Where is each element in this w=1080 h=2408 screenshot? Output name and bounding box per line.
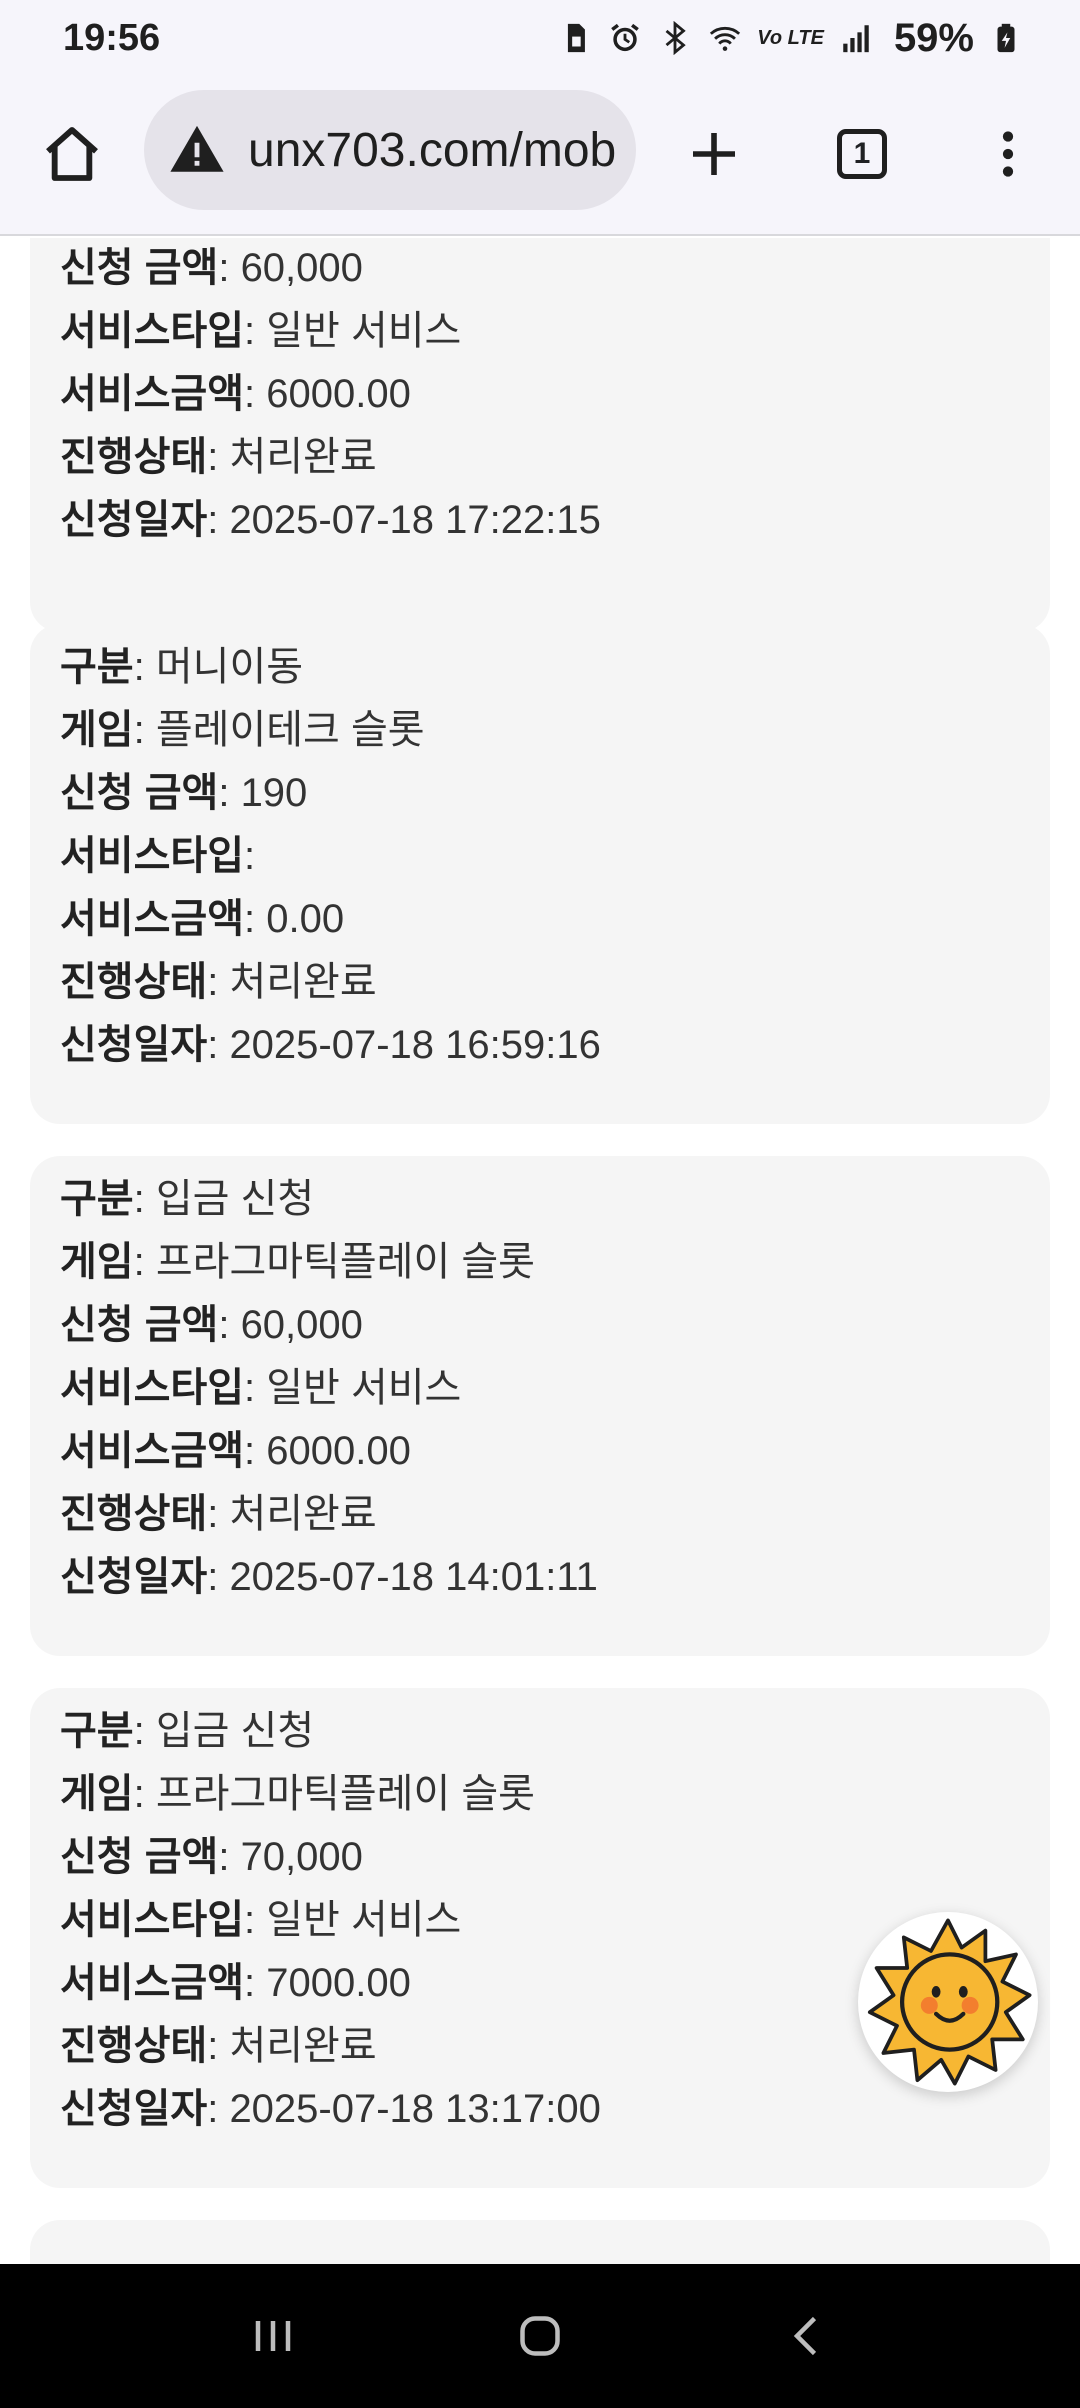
date-row: 신청일자: 2025-07-18 17:22:15 [60, 498, 601, 542]
type-row: 구분: 입금 신청 [60, 1709, 315, 1753]
signal-icon [838, 20, 874, 56]
warning-icon[interactable] [168, 121, 226, 179]
status-icons: Vo LTE 59% [557, 16, 1024, 61]
game-row: 게임: 플레이테크 슬롯 [60, 708, 425, 752]
status-row: 진행상태: 처리완료 [60, 1492, 377, 1536]
amount-row: 신청 금액: 60,000 [60, 246, 363, 290]
amount-row: 신청 금액: 60,000 [60, 1303, 363, 1347]
system-back-button[interactable] [757, 2286, 857, 2386]
system-home-button[interactable] [490, 2286, 590, 2386]
status-bar: 19:56 Vo LTE 59% [0, 0, 1080, 76]
service-type-row: 서비스타입: 일반 서비스 [60, 309, 462, 353]
network-label: Vo LTE [757, 26, 824, 49]
browser-toolbar: unx703.com/mob 1 [0, 76, 1080, 236]
floating-sun-button[interactable] [858, 1912, 1038, 2092]
status-time: 19:56 [63, 16, 161, 59]
bluetooth-icon [657, 20, 693, 56]
service-type-row: 서비스타입: [60, 834, 256, 878]
amount-row: 신청 금액: 190 [60, 771, 308, 815]
sun-face-icon [867, 1918, 1032, 2086]
tab-count: 1 [853, 137, 871, 170]
home-icon [46, 127, 98, 181]
url-text[interactable]: unx703.com/mob [248, 123, 616, 178]
history-card: 구분: 머니이동 게임: 플레이테크 슬롯 신청 금액: 190 서비스타입: … [30, 624, 1050, 1124]
sim-icon [557, 20, 593, 56]
history-card [30, 2220, 1050, 2264]
history-card: 신청 금액: 60,000 서비스타입: 일반 서비스 서비스금액: 6000.… [30, 238, 1050, 632]
battery-icon [988, 20, 1024, 56]
history-card: 구분: 입금 신청 게임: 프라그마틱플레이 슬롯 신청 금액: 60,000 … [30, 1156, 1050, 1656]
tab-switcher-button[interactable]: 1 [820, 112, 904, 196]
address-bar[interactable]: unx703.com/mob [144, 90, 636, 210]
date-row: 신청일자: 2025-07-18 13:17:00 [60, 2087, 601, 2131]
service-amount-row: 서비스금액: 6000.00 [60, 372, 411, 416]
service-amount-row: 서비스금액: 0.00 [60, 897, 345, 941]
system-nav-bar [0, 2264, 1080, 2408]
more-menu-button[interactable] [966, 112, 1050, 196]
date-row: 신청일자: 2025-07-18 14:01:11 [60, 1555, 598, 1599]
back-icon [793, 2316, 816, 2356]
type-row: 구분: 머니이동 [60, 645, 304, 689]
recent-apps-button[interactable] [223, 2286, 323, 2386]
recent-apps-icon [256, 2321, 291, 2351]
home-button[interactable] [30, 112, 114, 196]
status-row: 진행상태: 처리완료 [60, 435, 377, 479]
service-amount-row: 서비스금액: 6000.00 [60, 1429, 411, 1473]
new-tab-button[interactable] [672, 112, 756, 196]
more-vert-icon [1002, 131, 1014, 177]
game-row: 게임: 프라그마틱플레이 슬롯 [60, 1772, 535, 1816]
home-circle-icon [520, 2316, 560, 2356]
date-row: 신청일자: 2025-07-18 16:59:16 [60, 1023, 601, 1067]
game-row: 게임: 프라그마틱플레이 슬롯 [60, 1240, 535, 1284]
status-row: 진행상태: 처리완료 [60, 960, 377, 1004]
battery-percent: 59% [893, 15, 974, 60]
amount-row: 신청 금액: 70,000 [60, 1835, 363, 1879]
wifi-icon [707, 20, 743, 56]
tabs-icon: 1 [837, 129, 887, 179]
service-type-row: 서비스타입: 일반 서비스 [60, 1366, 462, 1410]
plus-icon [693, 133, 735, 175]
alarm-icon [607, 20, 643, 56]
type-row: 구분: 입금 신청 [60, 1177, 315, 1221]
